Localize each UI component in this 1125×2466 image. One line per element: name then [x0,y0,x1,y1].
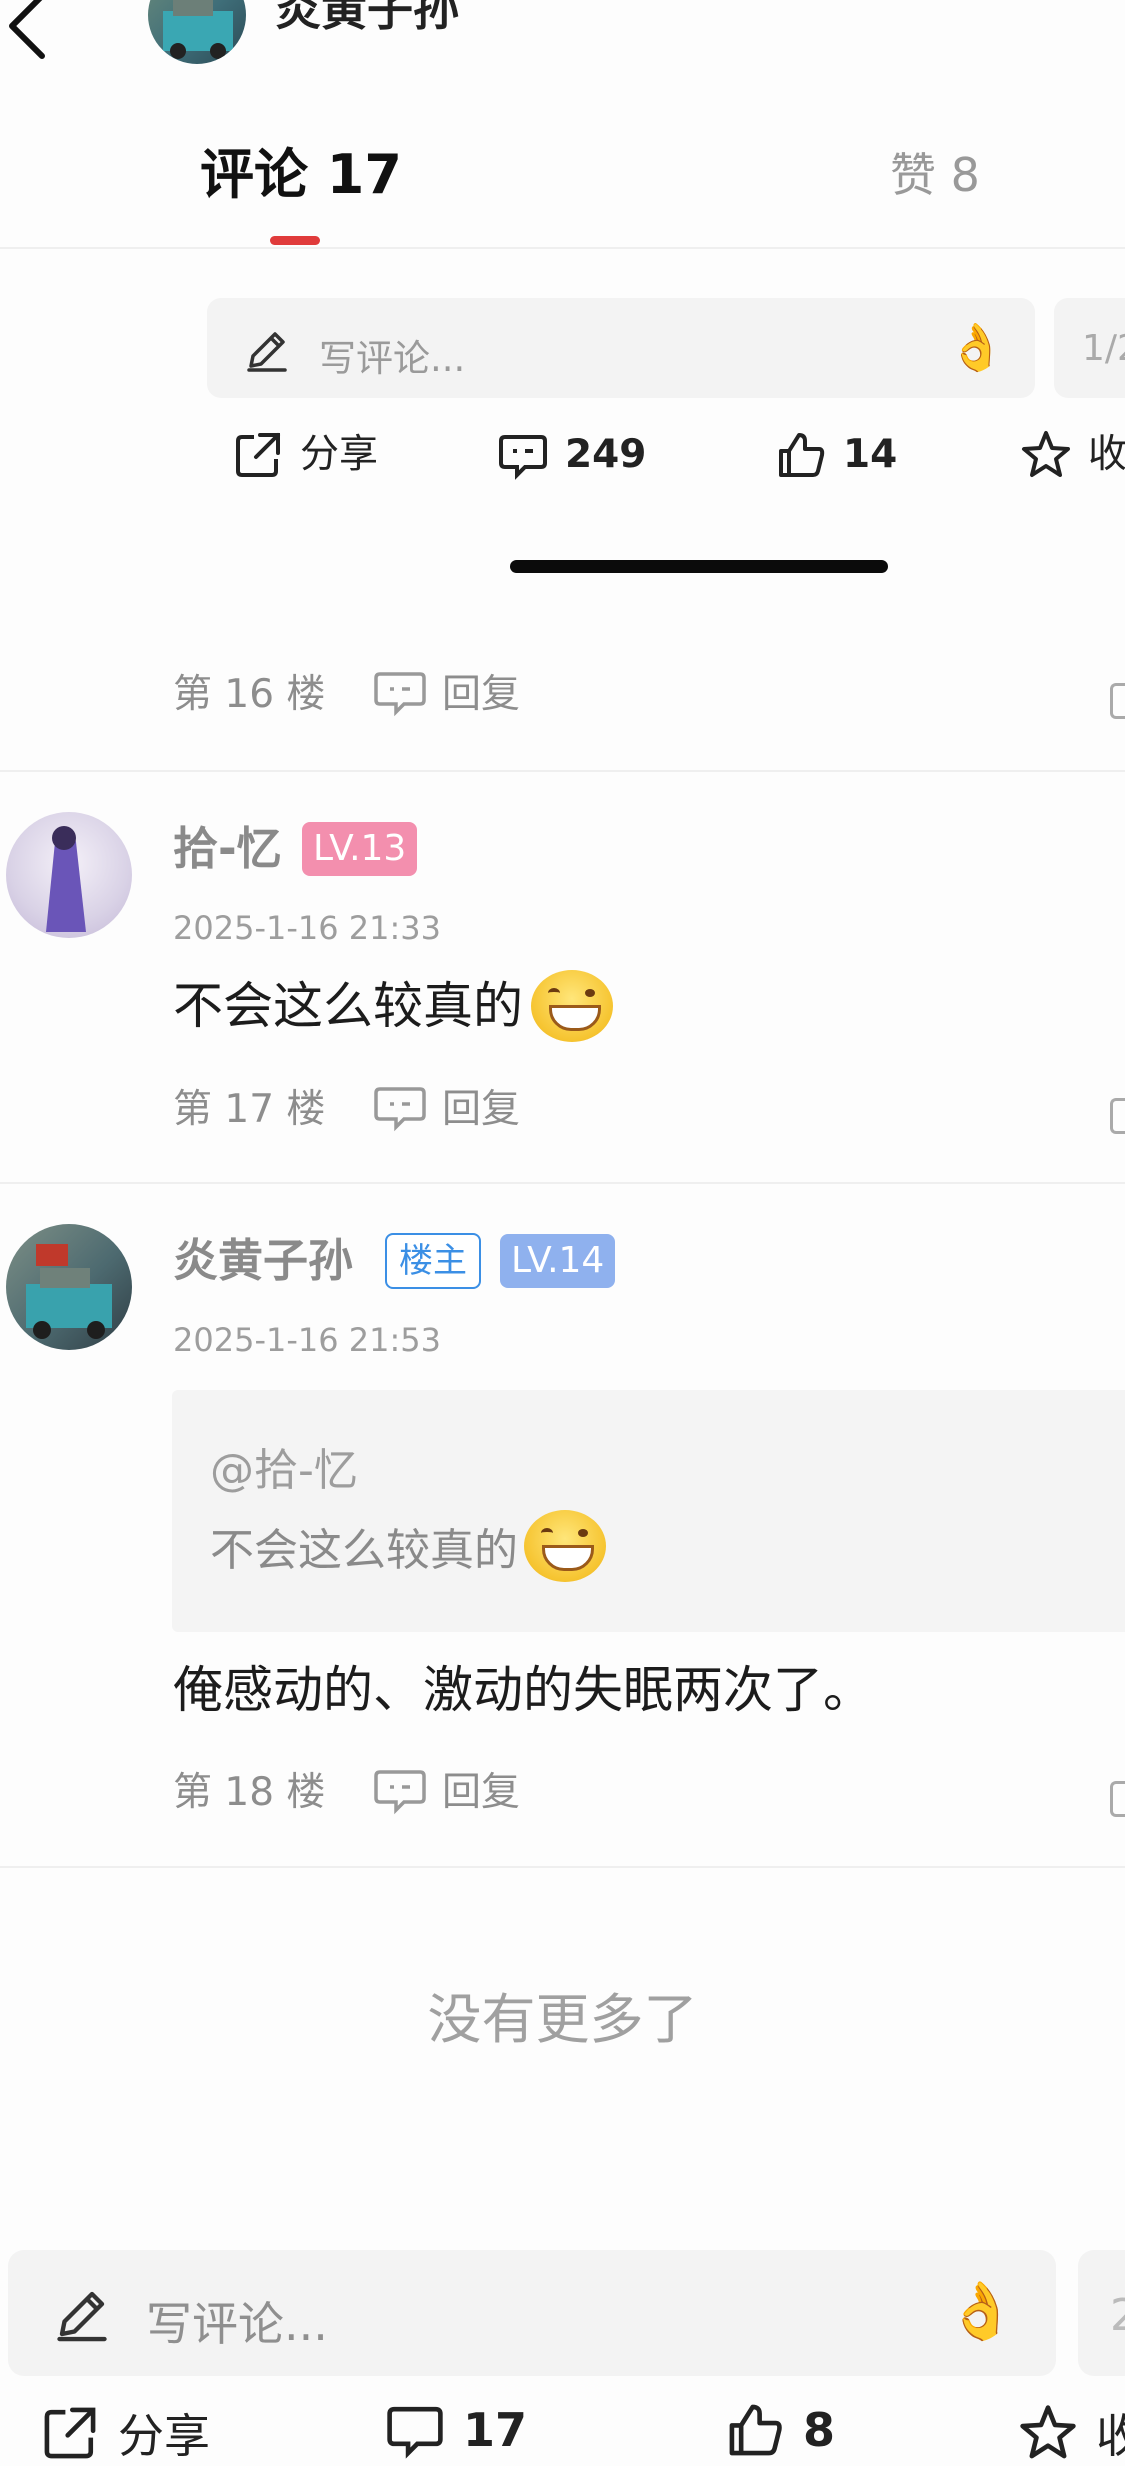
pen-icon [247,332,287,372]
thumbs-up-icon [729,2404,782,2456]
pen-icon [57,2291,107,2342]
floor-label: 第 17 楼 [173,1087,326,1132]
comment-input[interactable]: 写评论... 👌 [8,2250,1056,2376]
hands-emoji-icon[interactable]: 👌 [948,320,1005,375]
inner-likes-count: 14 [843,432,898,477]
reply-button[interactable]: 回复 [372,1768,520,1816]
inner-comment-input[interactable]: 写评论... 👌 [207,298,1035,398]
page-text: 2 [1110,2290,1125,2341]
grin-emoji-icon [531,970,613,1042]
reply-label: 回复 [442,1086,521,1132]
share-button[interactable]: 分享 [40,2400,210,2466]
author-name[interactable]: 炎黄子孙 [275,0,459,32]
tab-comments[interactable]: 评论 17 [200,148,402,202]
more-icon[interactable] [1110,1781,1125,1817]
reply-button[interactable]: 回复 [372,1085,520,1133]
inner-comments-count: 249 [565,432,647,477]
level-badge: LV.14 [500,1234,616,1288]
avatar[interactable] [6,812,132,938]
quote-user[interactable]: @拾-忆 [210,1434,358,1498]
floor-label: 第 16 楼 [173,672,326,717]
avatar[interactable] [6,1224,132,1350]
home-indicator [510,560,888,573]
username[interactable]: 炎黄子孙 [173,1238,353,1283]
inner-page-indicator[interactable]: 1/2 [1054,298,1125,398]
tab-likes[interactable]: 赞 8 [890,152,980,198]
comment-time: 2025-1-16 21:33 [173,909,441,947]
more-icon[interactable] [1110,1098,1125,1134]
comment-divider [0,1866,1125,1868]
comment-time: 2025-1-16 21:53 [173,1321,441,1359]
level-badge: LV.13 [302,822,418,876]
star-icon [1022,431,1070,477]
more-icon[interactable] [1110,683,1125,719]
inner-collect-button[interactable]: 收 [1020,425,1125,485]
reply-icon [374,672,426,717]
tabs-divider [0,247,1125,249]
comments-count: 17 [463,2403,528,2457]
reply-icon [374,1770,426,1815]
inner-comments-button[interactable]: 249 [497,425,646,485]
share-label: 分享 [118,2409,210,2463]
host-badge: 楼主 [385,1233,481,1289]
collect-label: 收 [1096,2409,1125,2463]
comment-divider [0,1182,1125,1184]
active-tab-indicator [270,236,320,245]
no-more-text: 没有更多了 [427,1988,698,2051]
inner-share-label: 分享 [300,432,379,477]
comment-icon [387,2406,443,2459]
comment-content: 不会这么较真的 [173,970,613,1042]
collect-button[interactable]: 收 [1018,2400,1125,2466]
like-button[interactable]: 8 [725,2400,835,2460]
username[interactable]: 拾-忆 [173,826,282,871]
comment-content: 俺感动的、激动的失眠两次了。 [173,1661,873,1719]
inner-collect-label: 收 [1088,432,1125,477]
page-indicator[interactable]: 2 [1078,2250,1125,2376]
reply-button[interactable]: 回复 [372,670,520,718]
reply-label: 回复 [442,671,521,717]
inner-page-text: 1/2 [1082,328,1125,369]
comment-text: 不会这么较真的 [173,977,523,1035]
inner-comment-placeholder: 写评论... [319,337,466,380]
inner-share-button[interactable]: 分享 [232,425,378,485]
grin-emoji-icon [524,1510,606,1582]
author-avatar[interactable] [148,0,246,64]
hands-emoji-icon[interactable]: 👌 [946,2278,1016,2344]
floor-label: 第 18 楼 [173,1770,326,1815]
comment-placeholder: 写评论... [146,2297,328,2351]
reply-label: 回复 [442,1769,521,1815]
comment-divider [0,770,1125,772]
quote-text: 不会这么较真的 [210,1525,518,1576]
chevron-left-icon [9,0,45,59]
comments-button[interactable]: 17 [385,2400,527,2460]
comment-icon [499,435,547,480]
inner-like-button[interactable]: 14 [775,425,897,485]
star-icon [1020,2405,1076,2459]
thumbs-up-icon [779,433,825,477]
reply-icon [374,1087,426,1132]
share-icon [44,2407,96,2459]
quote-content: 不会这么较真的 [210,1510,606,1582]
likes-count: 8 [803,2403,836,2457]
quoted-comment[interactable]: @拾-忆 不会这么较真的 [172,1390,1125,1632]
back-button[interactable] [0,0,60,60]
share-icon [236,433,280,477]
